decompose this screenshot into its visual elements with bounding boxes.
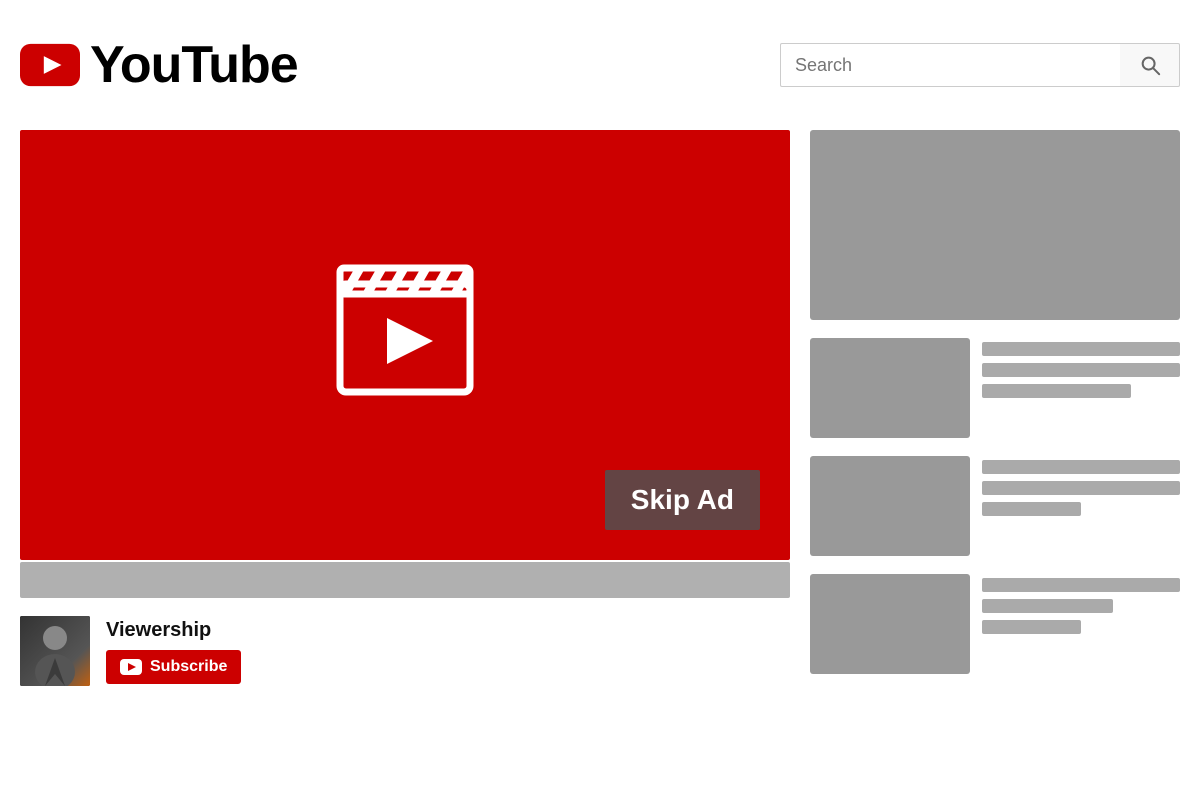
main-content: Skip Ad xyxy=(0,130,1200,686)
video-thumbnail xyxy=(810,574,970,674)
video-title-line3 xyxy=(982,620,1081,634)
header: YouTube xyxy=(0,0,1200,130)
film-clapper-icon xyxy=(325,246,485,406)
search-button[interactable] xyxy=(1120,43,1180,87)
left-column: Skip Ad xyxy=(20,130,790,686)
subscribe-label: Subscribe xyxy=(150,658,227,676)
search-container xyxy=(780,43,1180,87)
video-thumbnail xyxy=(810,338,970,438)
skip-ad-button[interactable]: Skip Ad xyxy=(605,470,760,530)
channel-avatar xyxy=(20,616,90,686)
video-progress-bar[interactable] xyxy=(20,562,790,598)
video-title-line1 xyxy=(982,578,1180,592)
video-title-line1 xyxy=(982,460,1180,474)
video-icon-container xyxy=(325,246,485,411)
video-thumbnail xyxy=(810,456,970,556)
video-title-line1 xyxy=(982,342,1180,356)
video-title-line2 xyxy=(982,599,1113,613)
video-title-line2 xyxy=(982,481,1180,495)
video-player[interactable]: Skip Ad xyxy=(20,130,790,560)
logo-container: YouTube xyxy=(20,35,298,95)
video-info xyxy=(982,574,1180,634)
channel-details: Viewership Subscribe xyxy=(106,619,241,684)
youtube-logo-icon xyxy=(20,35,80,95)
search-icon xyxy=(1139,54,1161,76)
video-info xyxy=(982,456,1180,516)
avatar-image xyxy=(20,616,90,686)
right-column xyxy=(810,130,1180,686)
video-title-line3 xyxy=(982,384,1131,398)
video-title-line3 xyxy=(982,502,1081,516)
video-title-line2 xyxy=(982,363,1180,377)
video-info xyxy=(982,338,1180,398)
youtube-wordmark: YouTube xyxy=(90,35,298,95)
list-item xyxy=(810,338,1180,438)
avatar-silhouette xyxy=(20,616,90,686)
list-item xyxy=(810,574,1180,674)
top-ad-banner xyxy=(810,130,1180,320)
channel-info: Viewership Subscribe xyxy=(20,616,790,686)
subscribe-button[interactable]: Subscribe xyxy=(106,650,241,684)
subscribe-yt-icon xyxy=(120,659,142,675)
search-input[interactable] xyxy=(780,43,1120,87)
channel-name: Viewership xyxy=(106,619,241,642)
list-item xyxy=(810,456,1180,556)
